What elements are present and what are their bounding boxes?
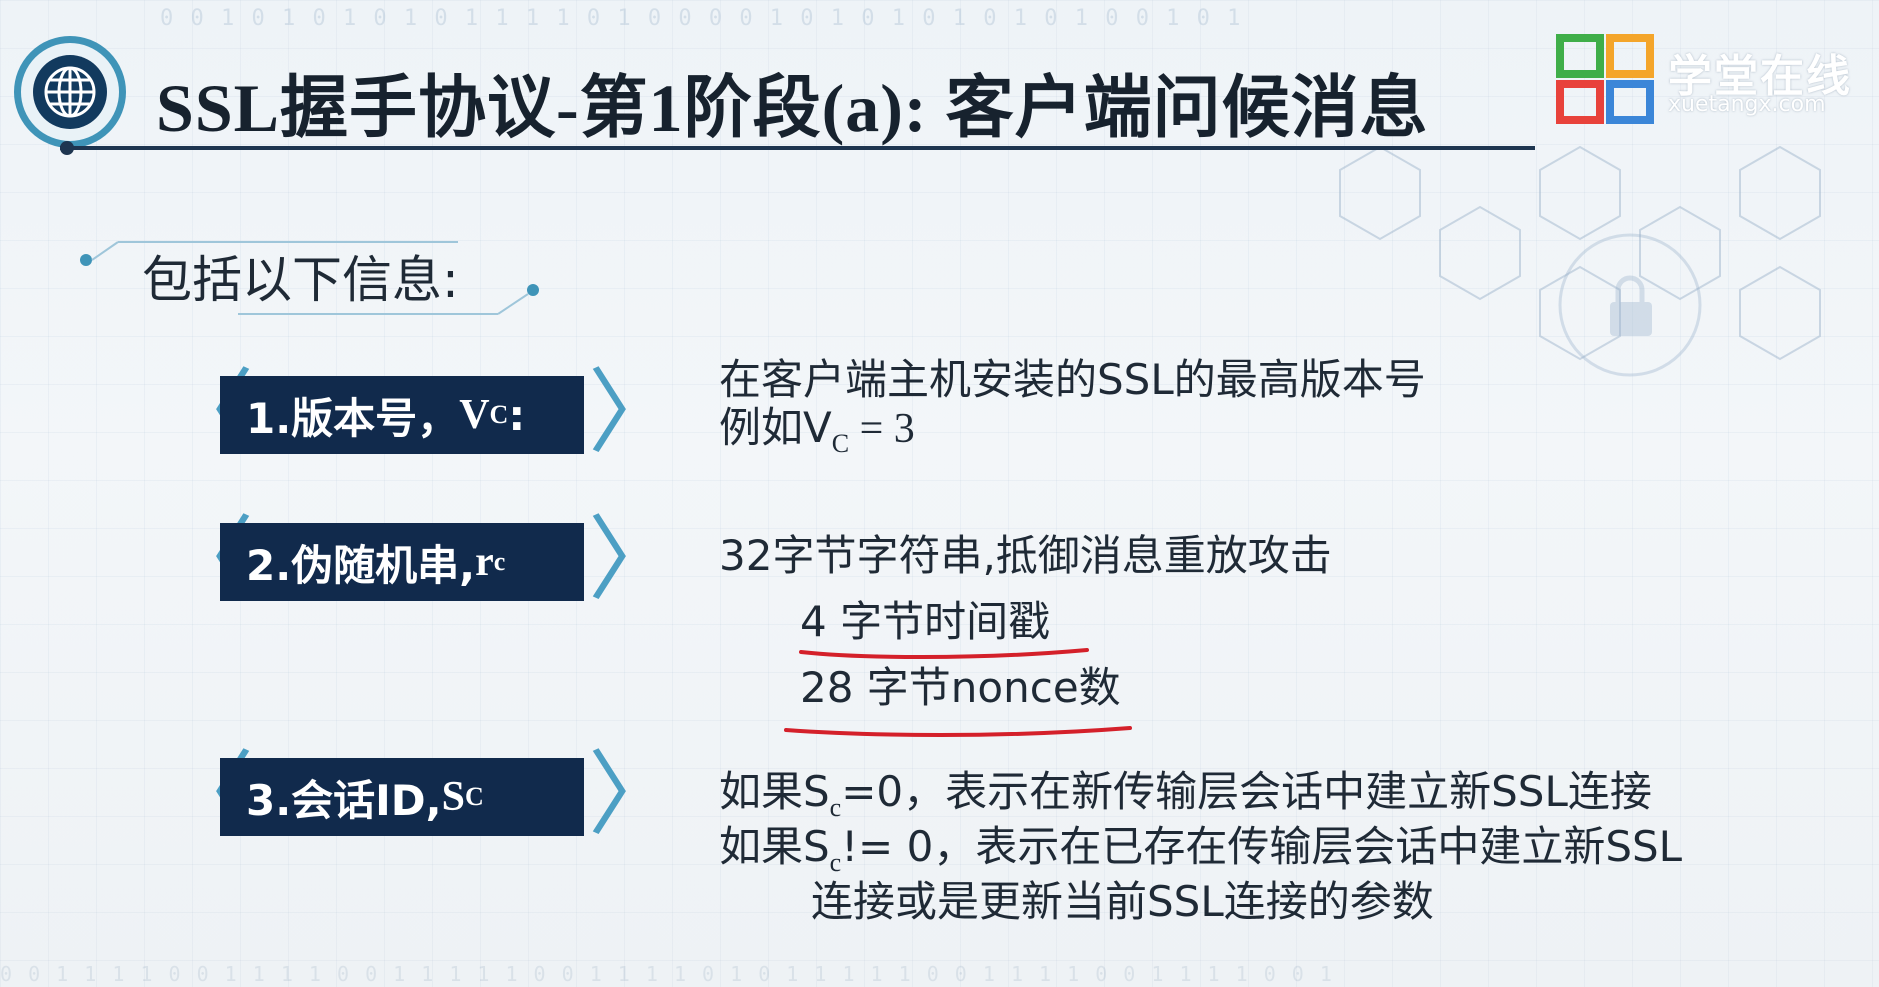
label-nonce-sub: c	[493, 547, 506, 576]
desc-session-line2: 如果Sc!= 0，表示在已存在传输层会话中建立新SSL	[719, 821, 1683, 877]
xuetangx-logo-icon	[1556, 34, 1654, 124]
desc-version: 在客户端主机安装的SSL的最高版本号 例如VC = 3	[719, 355, 1426, 459]
binary-decoration-bottom: 0 0 1 1 1 1 0 0 1 1 1 1 0 0 1 1 1 1 1 0 …	[0, 962, 1334, 986]
right-bracket-2: 〉	[588, 506, 681, 613]
right-bracket-3: 〉	[588, 741, 681, 848]
label-nonce-var: r	[475, 539, 494, 585]
right-bracket-1: 〉	[588, 359, 681, 466]
label-nonce: 2.伪随机串, rc	[220, 523, 584, 601]
desc-nonce-line2: 4 字节时间戳	[800, 597, 1051, 646]
label-version-suffix: :	[508, 390, 526, 440]
globe-icon	[33, 55, 107, 129]
desc-nonce-line3: 28 字节nonce数	[800, 663, 1121, 712]
title-underline-dot	[60, 141, 74, 155]
desc-session: 如果Sc=0，表示在新传输层会话中建立新SSL连接 如果Sc!= 0，表示在已存…	[719, 767, 1683, 926]
slide-title: SSL握手协议-第1阶段(a): 客户端问候消息	[156, 70, 1429, 146]
desc-session-line3: 连接或是更新当前SSL连接的参数	[811, 876, 1434, 926]
title-underline	[60, 146, 1535, 150]
subheading: 包括以下信息:	[142, 251, 459, 309]
label-session-text: 3.会话ID,	[246, 775, 442, 825]
desc-nonce-line1: 32字节字符串,抵御消息重放攻击	[719, 531, 1332, 580]
desc-version-line1: 在客户端主机安装的SSL的最高版本号	[719, 355, 1426, 404]
binary-decoration: 0 0 1 0 1 0 1 0 1 0 1 1 1 1 0 1 0 0 0 0 …	[160, 6, 1243, 31]
desc-version-line2: 例如VC = 3	[719, 403, 915, 459]
label-session: 3.会话ID, SC	[220, 758, 584, 836]
label-version-sub: C	[489, 400, 509, 429]
globe-logo	[14, 36, 126, 148]
label-version: 1.版本号， VC:	[220, 376, 584, 454]
desc-session-line1: 如果Sc=0，表示在新传输层会话中建立新SSL连接	[719, 767, 1652, 822]
label-session-sub: C	[464, 782, 484, 811]
label-session-var: S	[441, 774, 465, 820]
red-underline-2	[784, 726, 1132, 737]
red-underline-1	[799, 648, 1089, 659]
label-version-var: V	[459, 392, 490, 438]
logo-url: xuetangx.com	[1668, 92, 1826, 117]
label-version-text: 1.版本号，	[246, 393, 460, 443]
label-nonce-text: 2.伪随机串,	[246, 540, 476, 590]
